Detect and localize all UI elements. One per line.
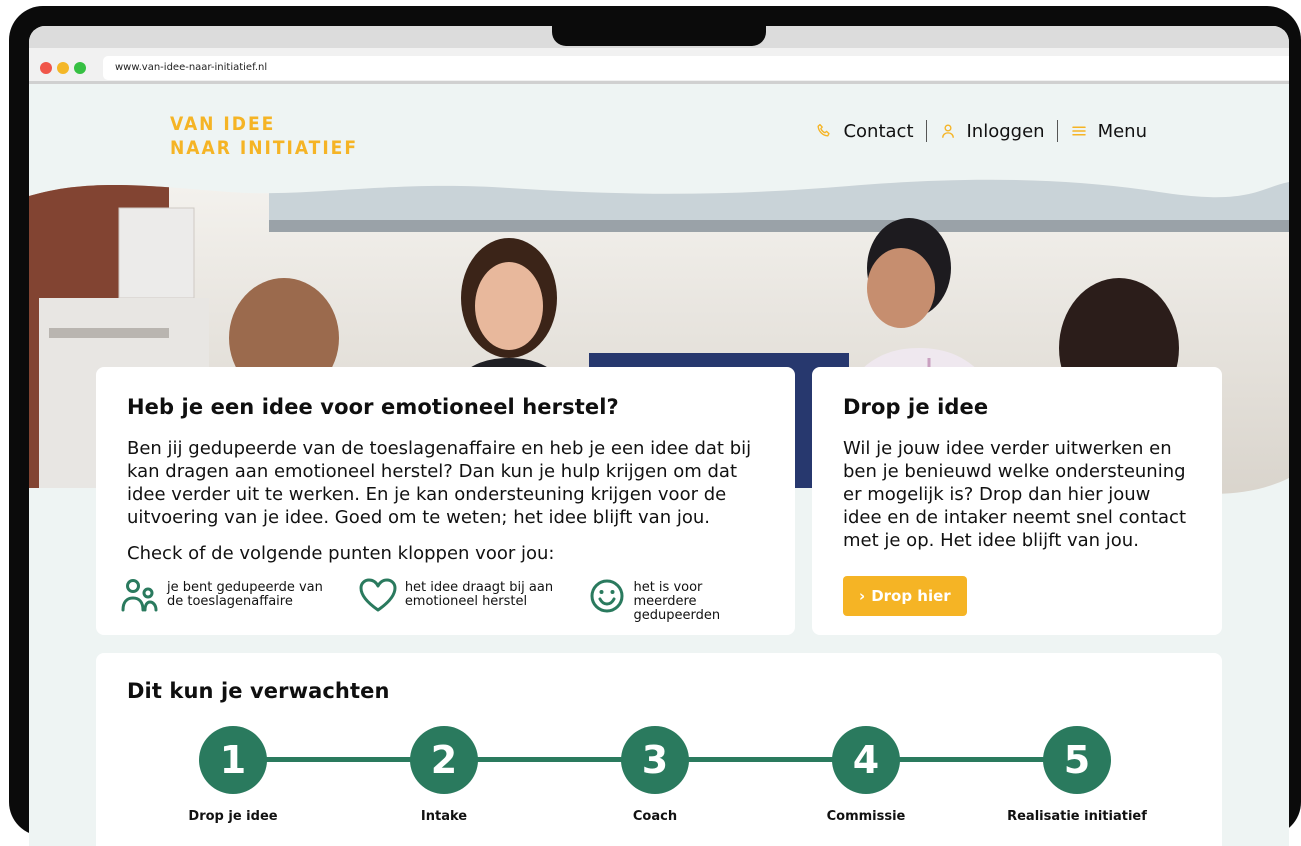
logo-line-1: VAN IDEE — [170, 113, 276, 135]
top-navigation: Contact Inloggen Menu — [815, 118, 1147, 144]
expectations-title: Dit kun je verwachten — [127, 679, 390, 703]
criteria-item: je bent gedupeerde van de toeslagenaffai… — [121, 578, 335, 623]
nav-divider — [1056, 120, 1058, 142]
step-label: Coach — [632, 809, 678, 824]
camera-notch — [552, 24, 766, 46]
criteria-text: je bent gedupeerde van de toeslagenaffai… — [167, 580, 323, 609]
step-4[interactable]: 4 Commissie — [827, 726, 905, 824]
step-number: 4 — [832, 726, 900, 794]
step-3[interactable]: 3 Coach — [621, 726, 689, 824]
drop-card: Drop je idee Wil je jouw idee verder uit… — [812, 367, 1222, 635]
steps-timeline: 1 Drop je idee 2 Intake 3 Coach 4 Commis… — [188, 726, 1147, 846]
step-label: Intake — [420, 809, 468, 824]
intro-card: Heb je een idee voor emotioneel herstel?… — [96, 367, 795, 635]
nav-menu[interactable]: Menu — [1070, 121, 1147, 142]
close-window-icon[interactable] — [40, 62, 52, 74]
nav-login-label: Inloggen — [966, 120, 1045, 142]
criteria-list: je bent gedupeerde van de toeslagenaffai… — [121, 578, 764, 623]
minimize-window-icon[interactable] — [57, 62, 69, 74]
intro-title: Heb je een idee voor emotioneel herstel? — [127, 395, 619, 419]
drop-title: Drop je idee — [843, 395, 989, 419]
drop-here-button[interactable]: › Drop hier — [843, 576, 967, 616]
laptop-frame: www.van-idee-naar-initiatief.nl VAN IDEE… — [9, 6, 1301, 846]
criteria-text: het is voor meerdere gedupeerden — [633, 580, 721, 623]
site-logo[interactable]: VAN IDEE NAAR INITIATIEF — [170, 112, 358, 160]
criteria-text: het idee draagt bij aan emotioneel herst… — [404, 580, 554, 609]
nav-menu-label: Menu — [1097, 120, 1147, 142]
step-number: 2 — [410, 726, 478, 794]
nav-login[interactable]: Inloggen — [939, 121, 1045, 142]
step-label: Commissie — [826, 809, 906, 824]
maximize-window-icon[interactable] — [74, 62, 86, 74]
step-number: 5 — [1043, 726, 1111, 794]
smiley-icon — [590, 579, 624, 613]
nav-contact[interactable]: Contact — [815, 120, 914, 142]
hamburger-icon — [1071, 126, 1086, 136]
chevron-right-icon: › — [859, 587, 866, 605]
nav-divider — [925, 120, 927, 142]
address-bar[interactable]: www.van-idee-naar-initiatief.nl — [103, 56, 1289, 80]
browser-toolbar: www.van-idee-naar-initiatief.nl — [29, 48, 1289, 84]
step-number: 1 — [199, 726, 267, 794]
heart-icon — [359, 578, 397, 612]
drop-here-label: Drop hier — [871, 587, 951, 605]
step-2[interactable]: 2 Intake — [410, 726, 478, 824]
step-5[interactable]: 5 Realisatie initiatief — [1007, 726, 1147, 824]
criteria-item: het idee draagt bij aan emotioneel herst… — [359, 578, 566, 623]
screen: www.van-idee-naar-initiatief.nl VAN IDEE… — [29, 26, 1289, 846]
step-label: Realisatie initiatief — [1007, 809, 1147, 824]
intro-check-text: Check of de volgende punten kloppen voor… — [127, 543, 555, 564]
people-icon — [121, 579, 158, 612]
logo-line-2: NAAR INITIATIEF — [170, 137, 359, 159]
expectations-card: Dit kun je verwachten 1 Drop je idee 2 I… — [96, 653, 1222, 846]
drop-body: Wil je jouw idee verder uitwerken en ben… — [843, 438, 1187, 551]
phone-icon — [817, 123, 831, 137]
nav-contact-label: Contact — [843, 120, 914, 142]
step-label: Drop je idee — [188, 809, 278, 824]
intro-body: Ben jij gedupeerde van de toeslagenaffai… — [127, 438, 752, 528]
step-number: 3 — [621, 726, 689, 794]
user-icon — [941, 124, 954, 138]
criteria-item: het is voor meerdere gedupeerden — [589, 578, 764, 623]
step-1[interactable]: 1 Drop je idee — [188, 726, 278, 824]
